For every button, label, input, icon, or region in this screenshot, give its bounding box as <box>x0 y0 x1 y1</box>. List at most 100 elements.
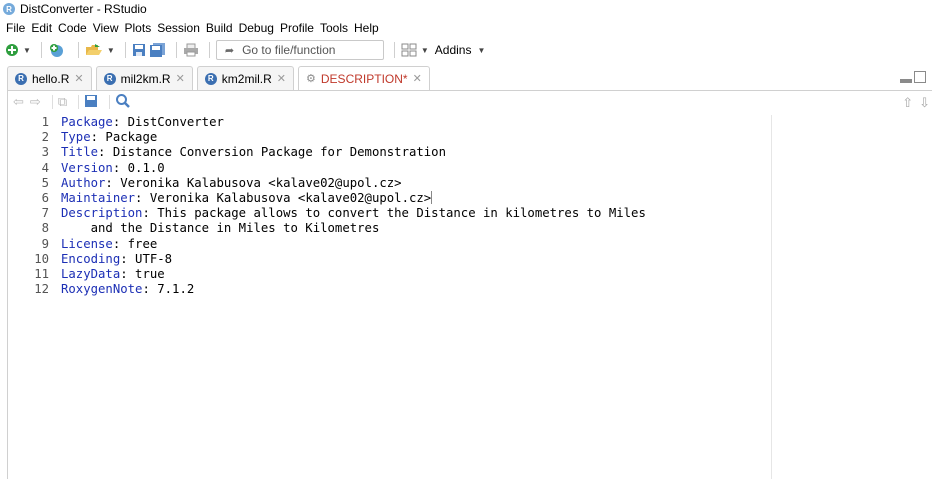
field-key: Author <box>61 175 106 190</box>
print-margin-line <box>771 115 772 479</box>
new-file-button[interactable] <box>5 41 19 59</box>
tab-description[interactable]: ⚙ DESCRIPTION* ✕ <box>298 66 430 90</box>
field-colon: : <box>142 206 150 221</box>
menu-plots[interactable]: Plots <box>125 21 152 35</box>
editor-tab-strip: R hello.R ✕ R mil2km.R ✕ R km2mil.R ✕ ⚙ … <box>7 66 932 91</box>
editor-toolbar: ⇦ ⇨ ⧉ <box>9 91 932 113</box>
field-value: 7.1.2 <box>149 282 195 297</box>
addins-dropdown-icon: ▼ <box>420 45 429 55</box>
close-icon[interactable]: ✕ <box>176 72 185 85</box>
grid-icon <box>401 43 417 57</box>
save-icon <box>132 44 145 56</box>
toolbar-separator <box>51 95 53 109</box>
menu-debug[interactable]: Debug <box>239 21 274 35</box>
field-colon: : <box>98 145 106 160</box>
addins-chevron-icon: ▼ <box>477 45 486 55</box>
menu-help[interactable]: Help <box>354 21 379 35</box>
menu-file[interactable]: File <box>6 21 25 35</box>
workspace-panes-button[interactable] <box>401 41 417 59</box>
new-file-dropdown[interactable]: ▼ <box>23 41 31 59</box>
field-colon: : <box>142 282 150 297</box>
code-line: 12 RoxygenNote: 7.1.2 <box>9 282 771 297</box>
line-number: 9 <box>41 236 49 251</box>
field-value: DistConverter <box>120 115 224 129</box>
line-number: 3 <box>41 145 49 160</box>
print-icon <box>183 43 198 57</box>
field-colon: : <box>105 175 113 190</box>
menu-code[interactable]: Code <box>58 21 87 35</box>
up-arrow-icon[interactable]: ⇧ <box>902 95 913 111</box>
field-value: UTF-8 <box>127 251 173 266</box>
code-line: 3 Title: Distance Conversion Package for … <box>9 145 771 160</box>
open-folder-icon <box>85 44 102 55</box>
search-icon[interactable] <box>115 93 131 112</box>
toolbar-separator <box>77 42 79 58</box>
title-bar: R DistConverter - RStudio <box>0 0 932 18</box>
save-icon[interactable] <box>84 94 98 111</box>
tab-hello-r[interactable]: R hello.R ✕ <box>7 66 92 90</box>
line-number: 2 <box>41 130 49 145</box>
menu-edit[interactable]: Edit <box>31 21 52 35</box>
line-number: 7 <box>41 206 49 221</box>
toolbar-separator <box>393 42 395 58</box>
r-file-icon: R <box>204 72 217 85</box>
close-icon[interactable]: ✕ <box>413 72 422 85</box>
toolbar-separator <box>175 42 177 58</box>
maximize-pane-icon[interactable] <box>914 71 926 83</box>
code-line: 5 Author: Veronika Kalabusova <kalave02@u… <box>9 176 771 191</box>
menu-view[interactable]: View <box>93 21 119 35</box>
addins-label: Addins <box>434 43 472 57</box>
field-colon: : <box>120 266 128 281</box>
rstudio-logo-icon: R <box>3 3 15 15</box>
line-number: 10 <box>34 251 49 266</box>
open-file-dropdown[interactable]: ▼ <box>107 41 115 59</box>
line-number: 1 <box>41 115 49 129</box>
back-arrow-icon[interactable]: ⇦ <box>13 94 24 110</box>
tab-label: km2mil.R <box>221 71 272 86</box>
field-value: Veronika Kalabusova <kalave02@upol.cz> <box>112 175 402 190</box>
open-file-button[interactable] <box>85 41 103 59</box>
go-to-placeholder: Go to file/function <box>242 43 336 57</box>
down-arrow-icon[interactable]: ⇩ <box>919 95 930 111</box>
save-all-button[interactable] <box>149 41 166 59</box>
minimize-pane-icon[interactable] <box>900 79 912 83</box>
field-key: Type <box>61 130 91 145</box>
toolbar-separator <box>124 42 126 58</box>
field-value: free <box>120 236 158 251</box>
close-icon[interactable]: ✕ <box>277 72 286 85</box>
code-line: 8 and the Distance in Miles to Kilometre… <box>9 221 771 236</box>
line-number: 5 <box>41 175 49 190</box>
r-file-icon: R <box>15 72 27 85</box>
menu-tools[interactable]: Tools <box>320 21 348 35</box>
main-toolbar: ▼ ▼ ➦ Go to file/function ▼ Addins ▼ <box>0 38 932 62</box>
code-line: 6 Maintainer: Veronika Kalabusova <kalave… <box>9 190 771 206</box>
forward-arrow-icon[interactable]: ⇨ <box>30 94 41 110</box>
window-title: DistConverter - RStudio <box>20 2 147 16</box>
show-in-window-icon[interactable]: ⧉ <box>58 94 67 110</box>
toolbar-separator <box>78 95 80 109</box>
print-button[interactable] <box>183 41 199 59</box>
tab-mil2km-r[interactable]: R mil2km.R ✕ <box>95 66 193 90</box>
save-button[interactable] <box>132 41 146 59</box>
tab-label: hello.R <box>32 71 70 86</box>
new-file-icon <box>6 44 18 56</box>
toolbar-separator <box>109 95 111 109</box>
field-key: License <box>61 236 113 251</box>
menu-session[interactable]: Session <box>157 21 200 35</box>
tab-km2mil-r[interactable]: R km2mil.R ✕ <box>196 66 295 90</box>
go-to-file-function-input[interactable]: ➦ Go to file/function <box>215 40 384 60</box>
addins-button[interactable]: ▼ Addins ▼ <box>421 43 486 57</box>
gear-icon: ⚙ <box>306 73 316 85</box>
line-number: 4 <box>41 160 49 175</box>
code-line: 10 Encoding: UTF-8 <box>9 252 771 267</box>
new-project-button[interactable] <box>48 41 68 59</box>
line-number: 12 <box>34 282 49 297</box>
menu-profile[interactable]: Profile <box>280 21 314 35</box>
line-number: 8 <box>41 221 49 236</box>
code-editor[interactable]: 1 Package: DistConverter 2 Type: Package 3… <box>9 115 771 479</box>
field-value: 0.1.0 <box>120 160 165 175</box>
close-icon[interactable]: ✕ <box>74 72 83 85</box>
menu-build[interactable]: Build <box>206 21 233 35</box>
field-colon: : <box>112 115 121 129</box>
field-colon: : <box>112 160 121 175</box>
